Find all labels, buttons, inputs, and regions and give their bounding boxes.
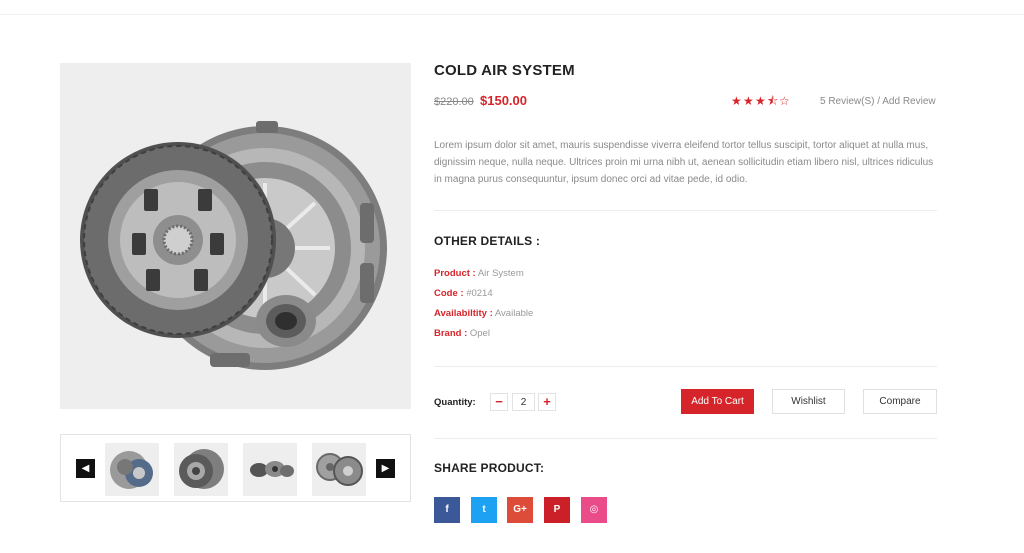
- detail-availability: Availabiltity : Available: [434, 308, 533, 319]
- google-plus-icon[interactable]: G+: [507, 497, 533, 523]
- detail-brand: Brand : Opel: [434, 328, 490, 339]
- divider: [434, 366, 937, 367]
- detail-code: Code : #0214: [434, 288, 493, 299]
- star-empty-icon: ☆: [779, 94, 790, 108]
- reviews-links: 5 Review(S) / Add Review: [820, 96, 936, 107]
- star-full-icon: ★: [731, 94, 742, 108]
- gallery-next-icon[interactable]: ▶: [376, 459, 395, 478]
- compare-button[interactable]: Compare: [863, 389, 937, 414]
- twitter-icon[interactable]: t: [471, 497, 497, 523]
- release-bearing-graphic: [256, 295, 316, 347]
- share-title: SHARE PRODUCT:: [434, 461, 545, 475]
- star-half-icon: ⯪: [767, 94, 779, 108]
- thumbnail-4[interactable]: [312, 443, 366, 496]
- wishlist-button[interactable]: Wishlist: [772, 389, 845, 414]
- quantity-increase-button[interactable]: +: [538, 393, 556, 411]
- detail-key: Brand :: [434, 328, 468, 339]
- divider: [434, 210, 937, 211]
- thumbnail-1[interactable]: [105, 443, 159, 496]
- divider: [434, 438, 937, 439]
- thumbnail-3[interactable]: [243, 443, 297, 496]
- add-to-cart-button[interactable]: Add To Cart: [681, 389, 754, 414]
- product-description: Lorem ipsum dolor sit amet, mauris suspe…: [434, 140, 934, 185]
- thumbnail-gallery: ◀ ▶: [60, 434, 411, 502]
- gallery-prev-icon[interactable]: ◀: [76, 459, 95, 478]
- detail-key: Code :: [434, 288, 464, 299]
- dribbble-icon[interactable]: ◎: [581, 497, 607, 523]
- quantity-input[interactable]: [512, 393, 535, 411]
- thumbnail-2[interactable]: [174, 443, 228, 496]
- other-details-title: OTHER DETAILS :: [434, 234, 541, 248]
- detail-key: Availabiltity :: [434, 308, 493, 319]
- star-full-icon: ★: [755, 94, 766, 108]
- detail-value: Air System: [475, 268, 524, 279]
- detail-product: Product : Air System: [434, 268, 524, 279]
- pinterest-icon[interactable]: P: [544, 497, 570, 523]
- product-main-image: [60, 63, 411, 409]
- detail-value: #0214: [463, 288, 493, 299]
- product-title: COLD AIR SYSTEM: [434, 62, 575, 79]
- detail-value: Opel: [467, 328, 490, 339]
- old-price: $220.00: [434, 96, 474, 108]
- reviews-count-link[interactable]: 5 Review(S): [820, 96, 874, 107]
- add-review-link[interactable]: Add Review: [882, 96, 935, 107]
- facebook-icon[interactable]: f: [434, 497, 460, 523]
- new-price: $150.00: [480, 93, 527, 108]
- rating-stars: ★★★⯪☆: [731, 94, 791, 108]
- detail-value: Available: [492, 308, 534, 319]
- detail-key: Product :: [434, 268, 476, 279]
- quantity-decrease-button[interactable]: −: [490, 393, 508, 411]
- clutch-disc-graphic: [80, 142, 276, 338]
- star-full-icon: ★: [743, 94, 754, 108]
- quantity-label: Quantity:: [434, 397, 476, 408]
- header-divider: [0, 14, 1024, 15]
